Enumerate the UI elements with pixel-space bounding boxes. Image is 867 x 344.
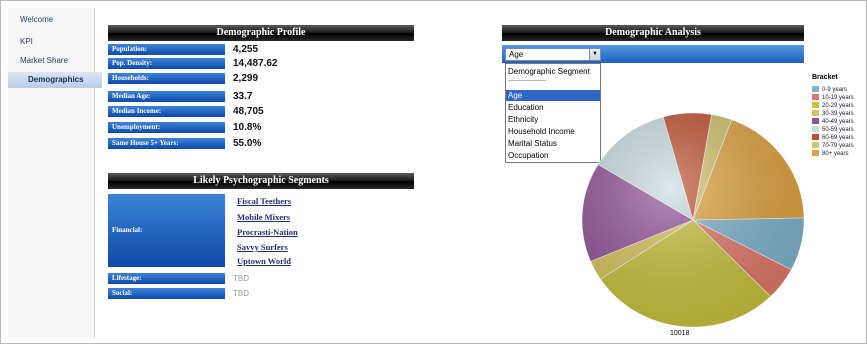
- sidebar-item-kpi[interactable]: KPI: [8, 36, 94, 48]
- legend-item-50-59-years: 50-59 years: [812, 126, 854, 134]
- chart-caption: 10018: [670, 330, 690, 337]
- segment-link-savvy-surfers[interactable]: Savvy Surfers: [237, 242, 288, 253]
- profile-label-population: Population:: [108, 44, 225, 55]
- profile-label-pop-density: Pop. Density:: [108, 58, 225, 69]
- profile-value-same-house: 55.0%: [233, 138, 262, 149]
- profile-label-median-age: Median Age:: [108, 91, 225, 102]
- sidebar: Welcome KPI Market Share Demographics: [8, 8, 102, 338]
- legend-swatch: [812, 134, 819, 141]
- segment-link-fiscal-teethers[interactable]: Fiscal Teethers: [237, 196, 291, 207]
- dropdown-option-age[interactable]: Age: [506, 90, 600, 101]
- legend-item-20-29-years: 20-29 years: [812, 102, 854, 110]
- bracket-select[interactable]: Age ▼: [505, 48, 601, 61]
- legend-swatch: [812, 86, 819, 93]
- legend-item-0-9-years: 0-9 years: [812, 86, 847, 94]
- legend-item-80-years: 80+ years: [812, 150, 849, 158]
- profile-label-median-income: Median Income:: [108, 106, 225, 117]
- dropdown-option-education[interactable]: Education: [508, 102, 544, 113]
- sidebar-item-market-share[interactable]: Market Share: [8, 55, 94, 67]
- chevron-down-icon[interactable]: ▼: [589, 49, 600, 60]
- legend-title: Bracket: [812, 74, 838, 81]
- profile-value-median-age: 33.7: [233, 91, 253, 102]
- legend-label: 0-9 years: [822, 87, 848, 93]
- dropdown-option-household-income[interactable]: Household Income: [508, 126, 575, 137]
- legend-label: 80+ years: [822, 151, 849, 157]
- legend-label: 60-69 years: [822, 135, 854, 141]
- legend-swatch: [812, 142, 819, 149]
- sidebar-item-welcome[interactable]: Welcome: [8, 14, 94, 26]
- dropdown-separator: -------------------: [508, 78, 546, 84]
- legend-item-70-79-years: 70-79 years: [812, 142, 854, 150]
- demographic-analysis-header: Demographic Analysis: [502, 25, 804, 41]
- legend-item-30-39-years: 30-39 years: [812, 110, 854, 118]
- profile-label-unemployment: Unemployment:: [108, 122, 225, 133]
- bracket-dropdown-list: Demographic Segment ------------------- …: [505, 63, 601, 163]
- legend-item-40-49-years: 40-49 years: [812, 118, 854, 126]
- dropdown-option-marital-status[interactable]: Marital Status: [508, 138, 557, 149]
- legend-swatch: [812, 94, 819, 101]
- segment-link-uptown-world[interactable]: Uptown World: [237, 256, 291, 267]
- profile-value-unemployment: 10.8%: [233, 122, 262, 133]
- legend-swatch: [812, 118, 819, 125]
- psychographic-value-lifestage: TBD: [233, 274, 249, 283]
- dropdown-option-ethnicity[interactable]: Ethnicity: [508, 114, 538, 125]
- profile-value-median-income: 48,705: [233, 106, 264, 117]
- legend-swatch: [812, 110, 819, 117]
- profile-value-households: 2,299: [233, 73, 259, 84]
- legend-label: 20-29 years: [822, 103, 854, 109]
- legend-item-10-19-years: 10-19 years: [812, 94, 854, 102]
- legend-item-60-69-years: 60-69 years: [812, 134, 854, 142]
- segment-link-procrasti-nation[interactable]: Procrasti-Nation: [237, 227, 298, 238]
- legend-label: 10-19 years: [822, 95, 854, 101]
- demographic-profile-header: Demographic Profile: [108, 25, 414, 41]
- psychographic-label-social: Social:: [108, 288, 225, 299]
- profile-label-same-house: Same House 5+ Years:: [108, 138, 225, 149]
- legend-label: 50-59 years: [822, 127, 854, 133]
- sidebar-item-demographics[interactable]: Demographics: [8, 72, 102, 88]
- legend-label: 30-39 years: [822, 111, 854, 117]
- profile-label-households: Households:: [108, 73, 225, 84]
- bracket-select-value: Age: [509, 50, 524, 59]
- legend-label: 70-79 years: [822, 143, 854, 149]
- profile-value-population: 4,255: [233, 44, 259, 55]
- legend-swatch: [812, 150, 819, 157]
- psychographic-header: Likely Psychographic Segments: [108, 173, 414, 189]
- segment-link-mobile-mixers[interactable]: Mobile Mixers: [237, 212, 290, 223]
- legend-label: 40-49 years: [822, 119, 854, 125]
- dropdown-option-occupation[interactable]: Occupation: [508, 150, 548, 161]
- legend-swatch: [812, 126, 819, 133]
- legend-swatch: [812, 102, 819, 109]
- psychographic-label-financial: Financial:: [108, 194, 225, 267]
- psychographic-value-social: TBD: [233, 289, 249, 298]
- profile-value-pop-density: 14,487.62: [233, 58, 278, 69]
- psychographic-label-lifestage: Lifestage:: [108, 273, 225, 284]
